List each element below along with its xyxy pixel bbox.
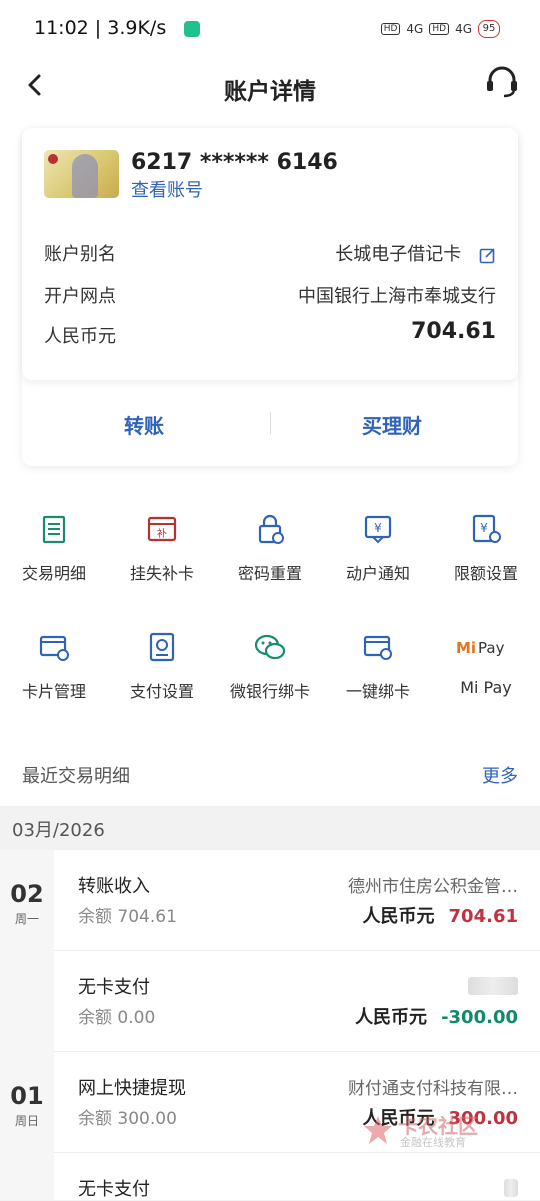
day-number: 02 [10,880,44,908]
grid-label: 微银行绑卡 [229,682,310,701]
alias-label: 账户别名 [44,244,116,265]
grid-item-quick-bind[interactable]: 一键绑卡 [324,618,432,702]
recent-title: 最近交易明细 [22,766,130,787]
card-report-icon: 补 [147,516,177,542]
nav-bar: 账户详情 [0,58,540,126]
tx-counterparty: 财付通支付科技有限… [348,1079,518,1099]
buy-wealth-button[interactable]: 买理财 [362,410,422,439]
status-time: 11:02 | 3.9K/s [34,17,167,39]
svg-text:Mi: Mi [456,639,476,657]
tx-title: 无卡支付 [78,1179,150,1200]
grid-item-password-reset[interactable]: 密码重置 [216,500,324,584]
transaction-row[interactable]: 转账收入 余额 704.61 德州市住房公积金管… 人民币元 704.61 [54,850,540,951]
card-artwork [72,154,98,198]
signal-icon: 4G [455,22,472,36]
tx-amount-group: 人民币元 704.61 [363,902,518,928]
view-account-link[interactable]: 查看账号 [131,176,203,202]
month-header: 03月/2026 [0,806,540,850]
account-card: 6217 ****** 6146 查看账号 账户别名 长城电子借记卡 开户网点 … [22,128,518,466]
grid-item-account-notify[interactable]: ¥ 动户通知 [324,500,432,584]
app-notification-icon [184,21,200,37]
month-label: 03月/2026 [12,820,105,841]
tx-currency: 人民币元 [362,906,435,927]
signal-icon: 4G [406,22,424,36]
tx-balance: 余额 0.00 [78,1008,156,1028]
balance-amount: 704.61 [411,319,496,344]
tx-amount: -300.00 [441,1007,518,1028]
edit-icon[interactable] [479,247,496,264]
bind-card-icon [363,635,392,660]
svg-text:补: 补 [157,527,167,540]
transaction-row[interactable]: 无卡支付 [54,1153,540,1200]
watermark-subtitle: 金融在线教育 [400,1136,466,1149]
transfer-button[interactable]: 转账 [124,410,164,439]
tx-title: 转账收入 [78,876,150,897]
branch-value: 中国银行上海市奉城支行 [298,286,496,307]
grid-label: 交易明细 [21,564,86,583]
limit-setting-icon: ¥ [472,514,501,543]
tx-counterparty: 德州市住房公积金管… [348,877,518,897]
card-manage-icon [39,635,69,661]
tx-balance: 余额 300.00 [78,1109,177,1129]
tx-currency: 人民币元 [355,1007,428,1028]
grid-label: 卡片管理 [21,682,86,701]
day-marker: 02 周一 [0,880,54,927]
grid-item-wechat-bind[interactable]: 微银行绑卡 [216,618,324,702]
grid-item-pay-setting[interactable]: 支付设置 [108,618,216,702]
weekday: 周日 [14,1114,39,1128]
list-icon [42,515,66,544]
action-divider [270,412,271,434]
alias-value-group[interactable]: 长城电子借记卡 [335,240,496,266]
currency-label: 人民币元 [44,326,116,347]
battery-icon: 95 [478,20,500,38]
branch-label: 开户网点 [44,286,116,307]
hd-icon: HD [380,23,401,35]
grid-item-card-manage[interactable]: 卡片管理 [0,618,108,702]
grid-item-transaction-detail[interactable]: 交易明细 [0,500,108,584]
redacted-counterparty [504,1179,518,1197]
tx-balance: 余额 704.61 [78,907,177,927]
grid-label: 支付设置 [129,682,194,701]
day-number: 01 [10,1082,44,1110]
grid-label: 挂失补卡 [129,564,194,583]
page-title: 账户详情 [224,79,316,105]
status-bar: 11:02 | 3.9K/s HD 4G HD 4G 95 [0,0,540,58]
grid-label: 一键绑卡 [345,682,410,701]
transaction-row[interactable]: 无卡支付 余额 0.00 人民币元 -300.00 [54,951,540,1052]
wechat-icon [254,634,286,660]
watermark: 卡农社区 金融在线教育 [362,1110,482,1154]
account-number: 6217 ****** 6146 [131,150,338,175]
alias-value: 长城电子借记卡 [335,244,462,265]
grid-label: Mi Pay [460,678,512,697]
status-right: HD 4G HD 4G 95 [380,20,500,38]
grid-label: 限额设置 [453,564,518,583]
tx-title: 网上快捷提现 [78,1078,186,1099]
watermark-logo-icon [364,1116,392,1144]
hd-icon: HD [429,23,450,35]
svg-text:¥: ¥ [480,521,488,535]
more-link[interactable]: 更多 [482,762,518,788]
account-card-inner: 6217 ****** 6146 查看账号 账户别名 长城电子借记卡 开户网点 … [22,128,518,380]
notify-icon: ¥ [364,515,392,544]
bank-card-image [44,150,119,198]
grid-item-report-loss[interactable]: 补 挂失补卡 [108,500,216,584]
tx-amount-group: 人民币元 -300.00 [355,1003,518,1029]
weekday: 周一 [14,912,39,926]
grid-item-mi-pay[interactable]: Mi Pay Mi Pay [432,618,540,697]
grid-label: 密码重置 [237,564,302,583]
grid-item-limit-setting[interactable]: ¥ 限额设置 [432,500,540,584]
day-marker: 01 周日 [0,1082,54,1129]
lock-reset-icon [258,514,284,544]
tx-title: 无卡支付 [78,977,150,998]
svg-text:¥: ¥ [374,521,382,535]
grid-label: 动户通知 [345,564,410,583]
tx-amount: 704.61 [448,906,518,927]
bank-logo-icon [48,154,58,164]
mipay-icon: Mi Pay [456,639,505,657]
customer-service-icon[interactable] [482,62,522,102]
redacted-counterparty [468,977,518,995]
pay-setting-icon [149,632,175,662]
svg-text:Pay: Pay [478,639,505,657]
